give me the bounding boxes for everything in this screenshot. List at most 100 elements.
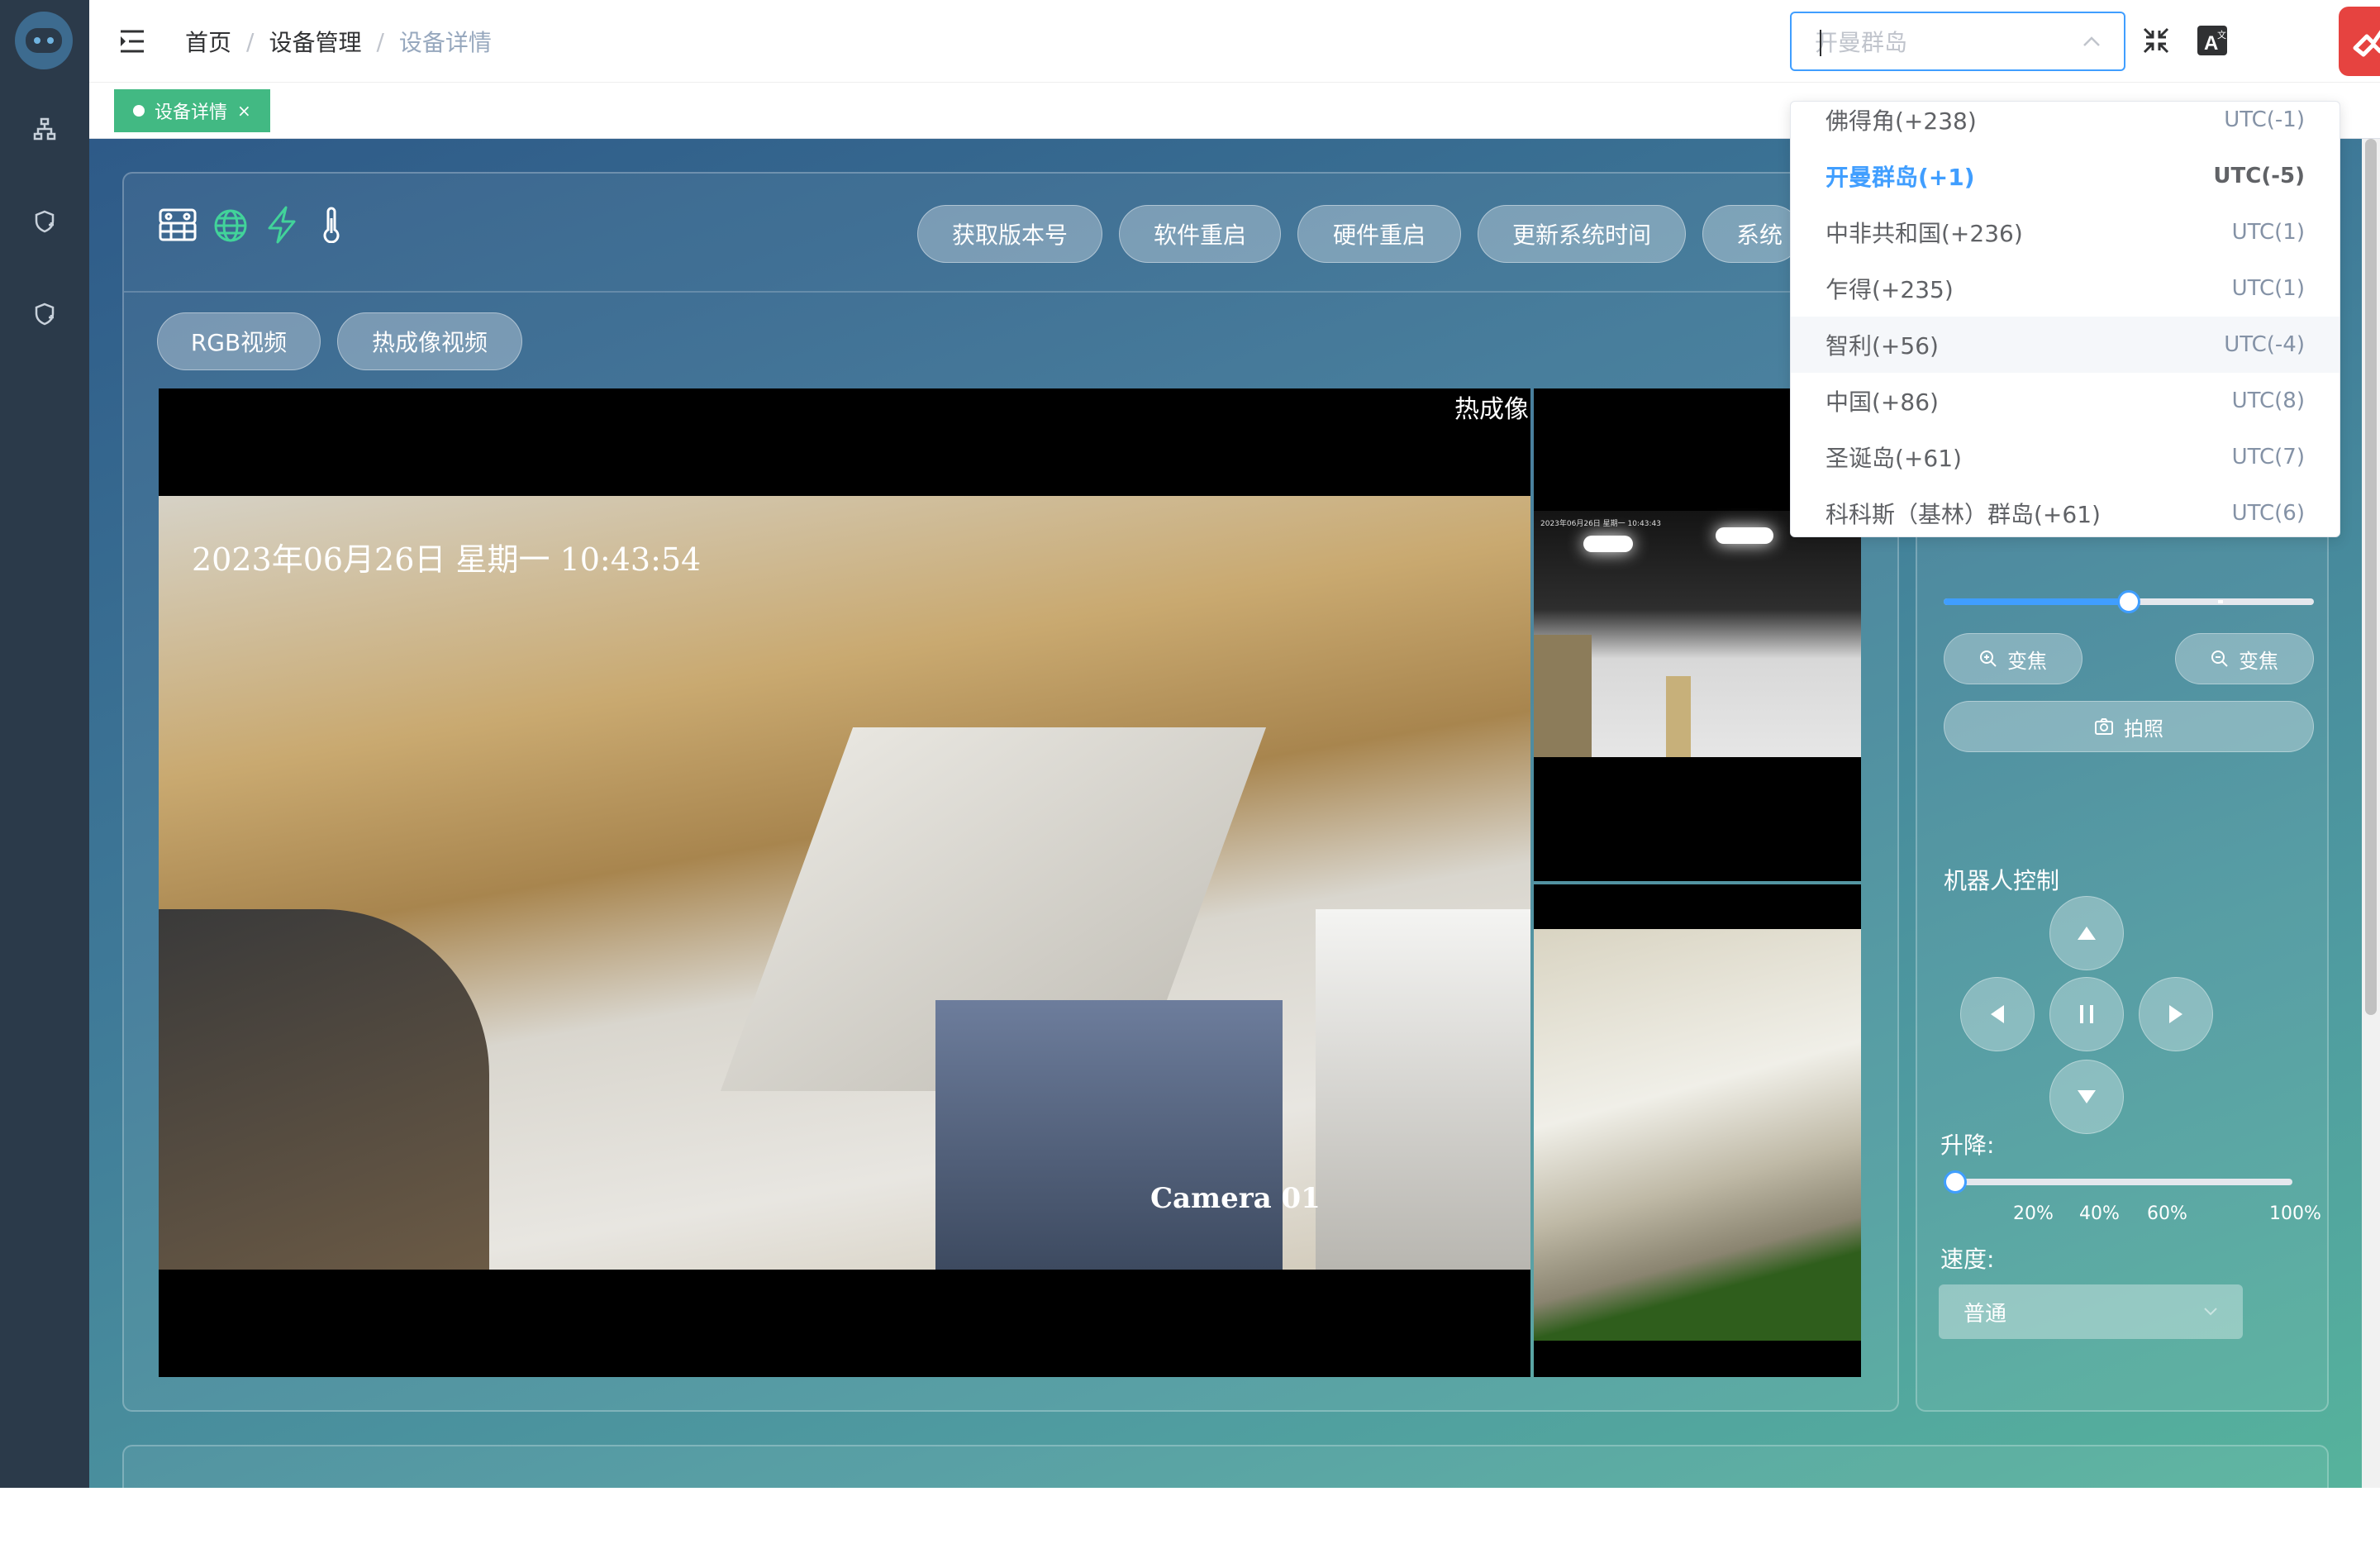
hamburger-icon[interactable] (116, 25, 149, 58)
video-frame (1534, 511, 1861, 757)
take-photo-label: 拍照 (2124, 717, 2163, 741)
thermometer-icon (321, 207, 342, 246)
timezone-option[interactable]: 科科斯（基林）群岛(+61) UTC(6) (1791, 485, 2340, 536)
sidebar (0, 0, 89, 1488)
breadcrumb: 首页 / 设备管理 / 设备详情 (185, 25, 492, 58)
arrow-down-icon (2078, 1090, 2096, 1103)
timezone-option-hovered[interactable]: 智利(+56) UTC(-4) (1791, 317, 2340, 373)
thermal-video-tab[interactable]: 热成像视频 (337, 312, 522, 370)
software-restart-button[interactable]: 软件重启 (1119, 205, 1281, 263)
robot-control-title: 机器人控制 (1944, 867, 2060, 894)
option-utc: UTC(-4) (2224, 332, 2305, 357)
zoom-out-button[interactable]: 变焦 (2175, 633, 2314, 684)
svg-text:A: A (2204, 32, 2218, 55)
take-photo-button[interactable]: 拍照 (1944, 701, 2314, 752)
arrow-left-icon (1991, 1005, 2004, 1023)
zoom-in-label: 变焦 (2007, 649, 2047, 673)
move-down-button[interactable] (2049, 1060, 2124, 1134)
zoom-in-button[interactable]: 变焦 (1944, 633, 2082, 684)
option-utc: UTC(-1) (2224, 107, 2305, 132)
zoom-out-label: 变焦 (2239, 649, 2278, 673)
breadcrumb-current: 设备详情 (398, 29, 492, 56)
speed-select[interactable]: 普通 (1939, 1284, 2243, 1339)
option-utc: UTC(1) (2231, 276, 2305, 301)
get-version-button[interactable]: 获取版本号 (917, 205, 1102, 263)
thermal-label: 热成像 (1454, 395, 1529, 424)
option-name: 智利(+56) (1825, 332, 1939, 360)
video-panel: 获取版本号 软件重启 硬件重启 更新系统时间 系统 RGB视频 热成像视频 热成… (122, 172, 1899, 1412)
breadcrumb-separator: / (376, 27, 384, 55)
move-left-button[interactable] (1960, 977, 2035, 1051)
move-right-button[interactable] (2139, 977, 2213, 1051)
zoom-in-icon (1980, 650, 1997, 667)
bottom-panel (122, 1445, 2329, 1544)
globe-icon (213, 208, 248, 246)
option-utc: UTC(-5) (2213, 164, 2305, 188)
close-icon[interactable]: × (237, 101, 251, 121)
timezone-placeholder: 开曼群岛 (1815, 29, 1908, 56)
scrollbar-thumb[interactable] (2365, 139, 2377, 1015)
robot-logo-icon[interactable] (15, 12, 73, 69)
translate-icon[interactable]: A文 (2192, 20, 2233, 61)
timezone-option[interactable]: 圣诞岛(+61) UTC(7) (1791, 429, 2340, 485)
system-button[interactable]: 系统 (1702, 205, 1802, 263)
speed-label: 速度: (1940, 1246, 1995, 1273)
option-name: 乍得(+235) (1825, 276, 1954, 303)
update-system-time-button[interactable]: 更新系统时间 (1478, 205, 1686, 263)
robot-device-icon (157, 203, 197, 245)
camera-label: Camera 01 (1150, 1182, 1321, 1215)
thumb-timestamp: 2023年06月26日 星期一 10:43:43 (1540, 520, 1661, 528)
shield-plus-icon[interactable] (30, 207, 60, 236)
breadcrumb-device-management[interactable]: 设备管理 (269, 25, 361, 58)
slider-knob[interactable] (2117, 590, 2140, 613)
zoom-out-icon (2211, 650, 2228, 667)
shield-plus-icon[interactable] (30, 299, 60, 329)
option-utc: UTC(6) (2231, 501, 2305, 526)
option-name: 开曼群岛(+1) (1825, 164, 1975, 191)
tag-device-detail[interactable]: 设备详情 × (114, 89, 270, 132)
option-name: 中非共和国(+236) (1825, 220, 2023, 247)
pause-icon (2080, 1005, 2093, 1023)
divider (124, 291, 1897, 293)
pause-button[interactable] (2049, 977, 2124, 1051)
video-timestamp: 2023年06月26日 星期一 10:43:54 (192, 541, 702, 578)
video-frame (159, 496, 1530, 1270)
sitemap-icon[interactable] (30, 114, 60, 144)
timezone-option-selected[interactable]: 开曼群岛(+1) UTC(-5) (1791, 148, 2340, 204)
hardware-restart-button[interactable]: 硬件重启 (1297, 205, 1461, 263)
video-frame (1534, 929, 1861, 1341)
lift-mark-60: 60% (2147, 1203, 2187, 1224)
main-video[interactable]: 热成像 2023年06月26日 星期一 10:43:54 Camera 01 (159, 388, 1530, 1377)
chevron-up-icon (2083, 36, 2100, 46)
timezone-option[interactable]: 中国(+86) UTC(8) (1791, 373, 2340, 429)
page-scrollbar[interactable] (2362, 139, 2380, 1488)
slider-fill (1944, 598, 2129, 605)
avatar[interactable] (2339, 7, 2380, 76)
option-utc: UTC(1) (2231, 220, 2305, 245)
lift-mark-20: 20% (2013, 1203, 2054, 1224)
option-name: 科科斯（基林）群岛(+61) (1825, 501, 2101, 528)
timezone-dropdown: 佛得角(+238) UTC(-1) 开曼群岛(+1) UTC(-5) 中非共和国(+… (1790, 101, 2340, 537)
ptz-slider[interactable] (1944, 590, 2314, 613)
timezone-option[interactable]: 中非共和国(+236) UTC(1) (1791, 204, 2340, 260)
timezone-select[interactable]: 开曼群岛 (1790, 12, 2125, 71)
lift-mark-40: 40% (2079, 1203, 2120, 1224)
secondary-video-bottom[interactable] (1534, 884, 1861, 1377)
option-name: 中国(+86) (1825, 388, 1939, 416)
tag-label: 设备详情 (155, 102, 228, 123)
slider-knob[interactable] (1944, 1170, 1967, 1194)
timezone-option[interactable]: 乍得(+235) UTC(1) (1791, 260, 2340, 317)
timezone-option[interactable]: 佛得角(+238) UTC(-1) (1791, 102, 2340, 148)
compress-icon[interactable] (2135, 20, 2177, 61)
svg-text:文: 文 (2217, 29, 2226, 41)
lift-slider[interactable] (1944, 1170, 2292, 1194)
move-up-button[interactable] (2049, 896, 2124, 970)
active-dot-icon (133, 105, 145, 117)
arrow-up-icon (2078, 927, 2096, 940)
rgb-video-tab[interactable]: RGB视频 (157, 312, 321, 370)
option-name: 圣诞岛(+61) (1825, 445, 1962, 472)
breadcrumb-home[interactable]: 首页 (185, 25, 231, 58)
breadcrumb-separator: / (246, 27, 255, 55)
option-name: 佛得角(+238) (1825, 107, 1977, 135)
lift-mark-100: 100% (2269, 1203, 2321, 1224)
